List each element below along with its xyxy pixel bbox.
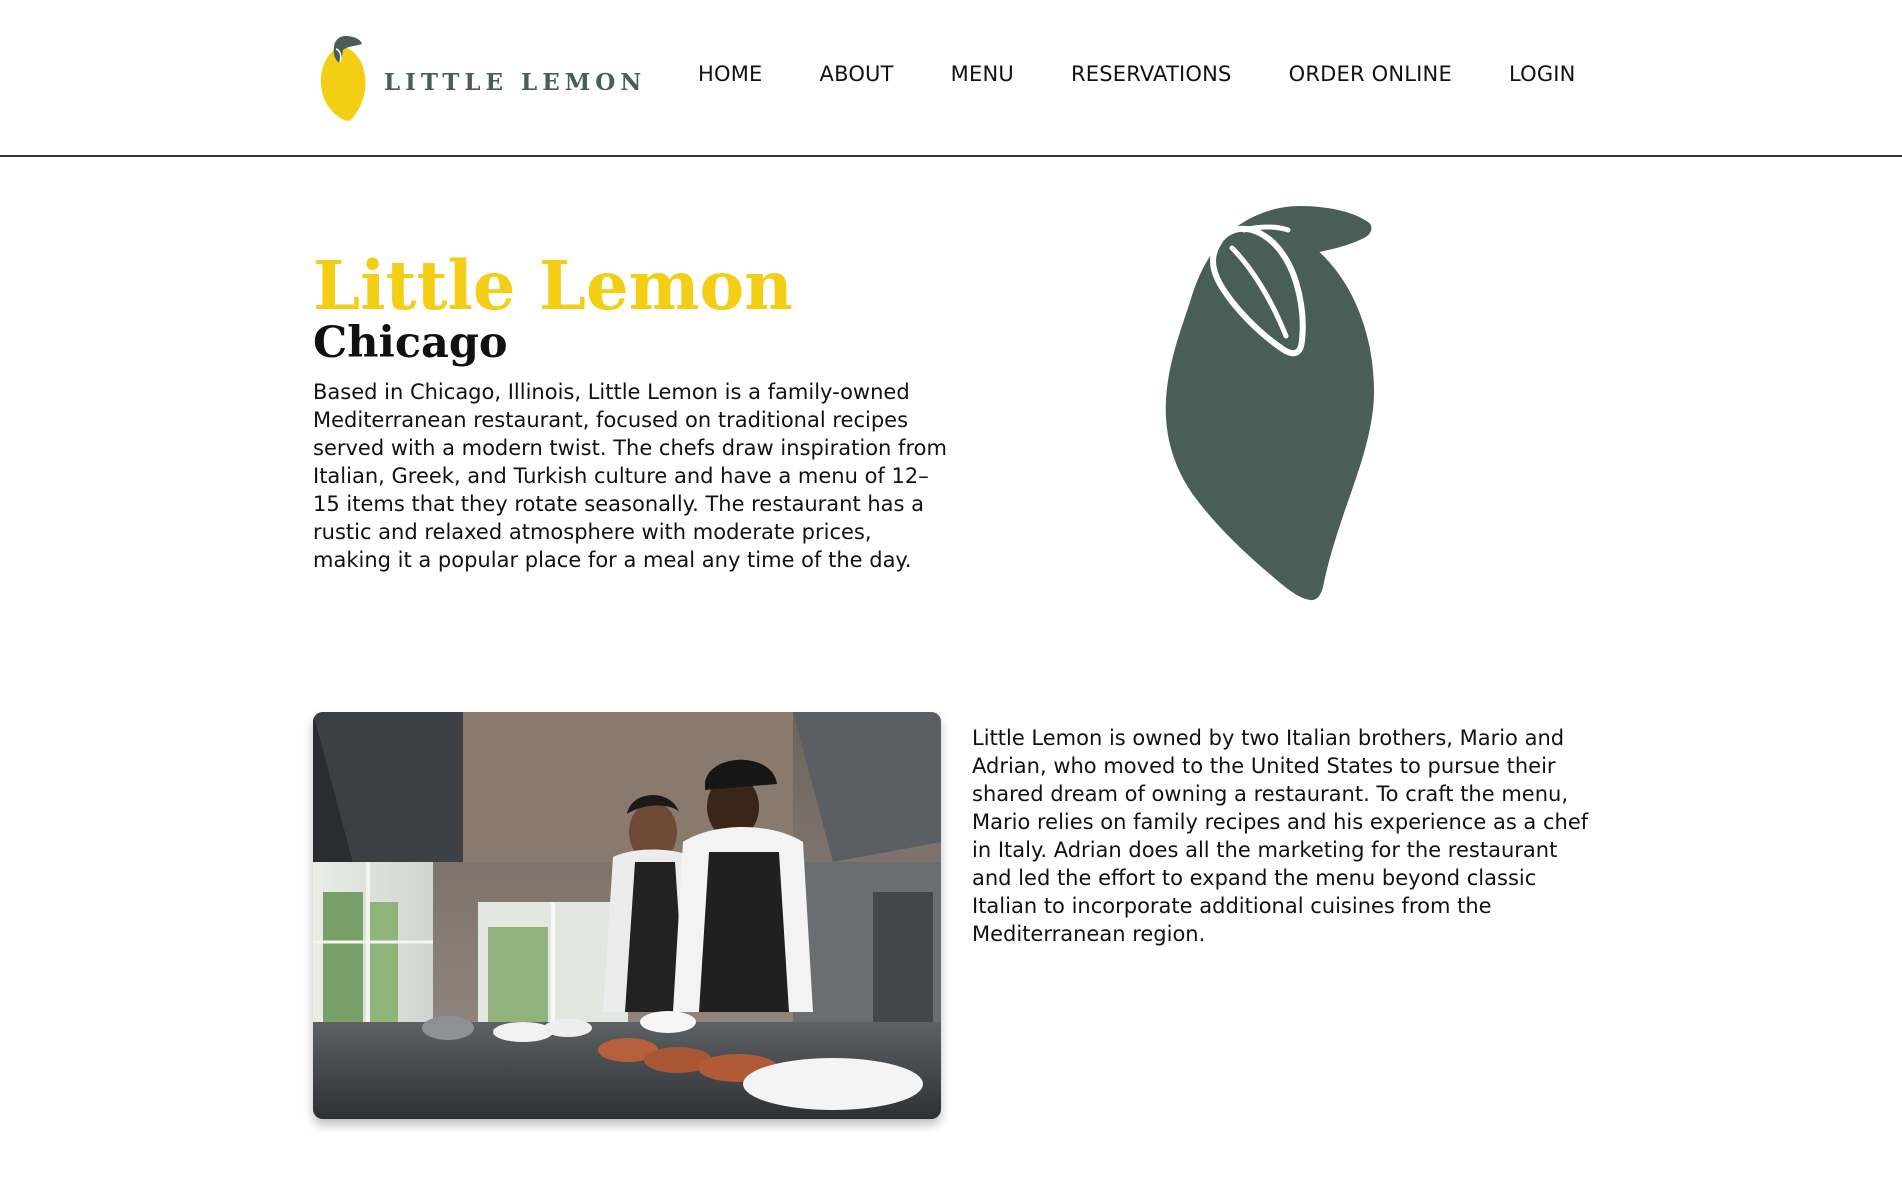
nav-item-order-online: ORDER ONLINE bbox=[1289, 62, 1452, 86]
nav-item-login: LOGIN bbox=[1509, 62, 1576, 86]
chefs-cooking-photo bbox=[313, 712, 941, 1119]
hero-subtitle: Chicago bbox=[313, 318, 508, 368]
nav-link-menu[interactable]: MENU bbox=[951, 62, 1014, 86]
hero-title: Little Lemon bbox=[313, 246, 793, 325]
site-header: LITTLE LEMON HOME ABOUT MENU RESERVATION… bbox=[0, 0, 1902, 157]
nav-link-order-online[interactable]: ORDER ONLINE bbox=[1289, 62, 1452, 86]
nav-link-home[interactable]: HOME bbox=[698, 62, 763, 86]
nav-link-about[interactable]: ABOUT bbox=[820, 62, 894, 86]
nav-link-reservations[interactable]: RESERVATIONS bbox=[1071, 62, 1232, 86]
lemon-logo-icon bbox=[320, 35, 366, 121]
hero-description: Based in Chicago, Illinois, Little Lemon… bbox=[313, 380, 947, 572]
hero-text-block: Little Lemon Chicago Based in Chicago, I… bbox=[313, 248, 953, 574]
nav-link-login[interactable]: LOGIN bbox=[1509, 62, 1576, 86]
lemon-illustration-icon bbox=[1165, 206, 1374, 601]
nav-item-menu: MENU bbox=[951, 62, 1014, 86]
chefs-photo-illustration bbox=[313, 712, 941, 1119]
nav-list: HOME ABOUT MENU RESERVATIONS ORDER ONLIN… bbox=[698, 62, 1576, 86]
nav-item-home: HOME bbox=[698, 62, 763, 86]
nav-item-reservations: RESERVATIONS bbox=[1071, 62, 1232, 86]
logo-text: LITTLE LEMON bbox=[384, 68, 647, 96]
nav-item-about: ABOUT bbox=[820, 62, 894, 86]
logo-link[interactable]: LITTLE LEMON bbox=[318, 34, 646, 122]
owners-description: Little Lemon is owned by two Italian bro… bbox=[972, 726, 1589, 946]
